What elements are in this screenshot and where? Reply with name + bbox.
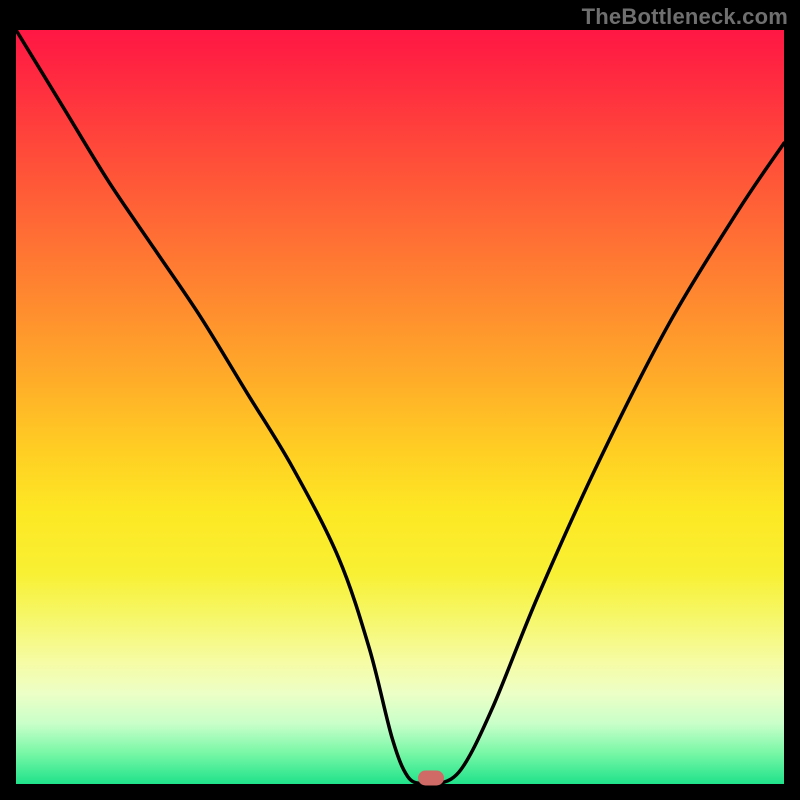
optimal-marker	[418, 771, 444, 786]
plot-area	[16, 30, 784, 784]
watermark-text: TheBottleneck.com	[582, 4, 788, 30]
bottleneck-curve	[16, 30, 784, 784]
chart-frame: TheBottleneck.com	[0, 0, 800, 800]
curve-path	[16, 30, 784, 784]
